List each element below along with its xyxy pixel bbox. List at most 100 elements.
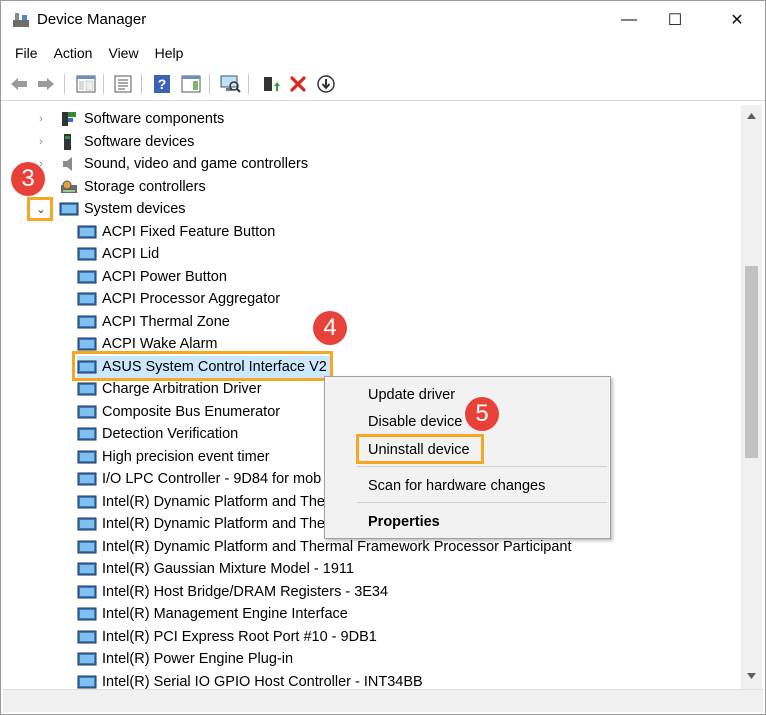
- tree-item-label: High precision event timer: [102, 449, 270, 465]
- tree-item-label: Sound, video and game controllers: [84, 156, 309, 172]
- tree-item-label: Intel(R) Gaussian Mixture Model - 1911: [102, 561, 354, 577]
- show-hide-console-tree-icon[interactable]: [74, 72, 98, 96]
- tree-item-sound-video-game[interactable]: › Sound, video and game controllers: [5, 153, 725, 175]
- scroll-down-icon[interactable]: [747, 673, 756, 679]
- system-device-icon: [77, 472, 97, 486]
- menu-separator: [357, 502, 607, 503]
- system-device-icon: [77, 540, 97, 554]
- tree-item-intel-dynamic-platform-processor[interactable]: Intel(R) Dynamic Platform and Thermal Fr…: [77, 536, 572, 558]
- tree-item-intel-serial-io-gpio[interactable]: Intel(R) Serial IO GPIO Host Controller …: [77, 671, 423, 689]
- menu-item-update-driver[interactable]: Update driver: [368, 387, 455, 403]
- tree-item-software-components[interactable]: › Software components: [5, 108, 725, 130]
- vertical-scrollbar[interactable]: [741, 105, 762, 689]
- tree-item-acpi-power-button[interactable]: ACPI Power Button: [77, 266, 227, 288]
- properties-icon[interactable]: [111, 72, 135, 96]
- tree-item-label: ACPI Fixed Feature Button: [102, 224, 276, 240]
- tree-item-intel-pci-express-root-port[interactable]: Intel(R) PCI Express Root Port #10 - 9DB…: [77, 626, 377, 648]
- horizontal-scrollbar[interactable]: [3, 689, 763, 712]
- tree-item-acpi-fixed-feature-button[interactable]: ACPI Fixed Feature Button: [77, 221, 275, 243]
- tree-item-intel-power-engine-plugin[interactable]: Intel(R) Power Engine Plug-in: [77, 648, 293, 670]
- tree-item-label: System devices: [84, 201, 186, 217]
- tree-item-label: Charge Arbitration Driver: [102, 381, 262, 397]
- action-pane-icon[interactable]: [179, 72, 203, 96]
- system-device-icon: [77, 427, 97, 441]
- menu-help[interactable]: Help: [147, 41, 192, 67]
- menu-separator: [357, 466, 607, 467]
- tree-item-acpi-thermal-zone[interactable]: ACPI Thermal Zone: [77, 311, 230, 333]
- tree-item-acpi-processor-aggregator[interactable]: ACPI Processor Aggregator: [77, 288, 280, 310]
- tree-item-label: Intel(R) PCI Express Root Port #10 - 9DB…: [102, 629, 377, 645]
- update-driver-icon[interactable]: [258, 72, 282, 96]
- tree-item-label: Intel(R) Dynamic Platform and The: [102, 494, 325, 510]
- tree-item-label: ACPI Power Button: [102, 269, 227, 285]
- tree-item-label: Storage controllers: [84, 179, 206, 195]
- toolbar: ?: [1, 68, 765, 101]
- system-device-icon: [77, 562, 97, 576]
- system-device-icon: [77, 315, 97, 329]
- menu-item-scan-hardware[interactable]: Scan for hardware changes: [368, 478, 545, 494]
- tree-item-storage-controllers[interactable]: › Storage controllers: [5, 176, 725, 198]
- tree-item-high-precision-event-timer[interactable]: High precision event timer: [77, 446, 270, 468]
- tree-item-software-devices[interactable]: › Software devices: [5, 131, 725, 153]
- tree-item-intel-gaussian-mixture-model[interactable]: Intel(R) Gaussian Mixture Model - 1911: [77, 558, 354, 580]
- close-button[interactable]: ✕: [714, 1, 760, 39]
- tree-item-detection-verification[interactable]: Detection Verification: [77, 423, 238, 445]
- tree-item-intel-management-engine[interactable]: Intel(R) Management Engine Interface: [77, 603, 348, 625]
- system-device-icon: [77, 292, 97, 306]
- maximize-button[interactable]: ☐: [652, 1, 698, 39]
- tree-item-label: Composite Bus Enumerator: [102, 404, 281, 420]
- scroll-up-icon[interactable]: [747, 113, 756, 119]
- help-icon[interactable]: ?: [150, 72, 174, 96]
- tree-item-label: ACPI Lid: [102, 246, 160, 262]
- tree-item-acpi-lid[interactable]: ACPI Lid: [77, 243, 159, 265]
- software-device-icon: [64, 134, 71, 150]
- toolbar-separator: [141, 74, 142, 94]
- menu-bar: File Action View Help: [1, 41, 765, 67]
- software-component-icon: [62, 112, 76, 126]
- vertical-scroll-thumb[interactable]: [745, 266, 758, 458]
- title-bar: Device Manager — ☐ ✕: [1, 1, 765, 39]
- tree-item-intel-dynamic-platform-1[interactable]: Intel(R) Dynamic Platform and The: [77, 491, 325, 513]
- menu-file[interactable]: File: [7, 41, 46, 67]
- chevron-right-icon[interactable]: ›: [34, 112, 48, 126]
- storage-controller-icon: [61, 180, 77, 193]
- svg-text:?: ?: [158, 76, 167, 92]
- system-device-icon: [77, 450, 97, 464]
- tree-item-label: Intel(R) Host Bridge/DRAM Registers - 3E…: [102, 584, 389, 600]
- tree-item-intel-dynamic-platform-2[interactable]: Intel(R) Dynamic Platform and The: [77, 513, 325, 535]
- tree-item-label: Detection Verification: [102, 426, 239, 442]
- uninstall-icon[interactable]: [286, 72, 310, 96]
- tree-item-label: Software components: [84, 111, 225, 127]
- menu-item-disable-device[interactable]: Disable device: [368, 414, 462, 430]
- tree-item-system-devices[interactable]: ⌄ System devices: [5, 198, 725, 220]
- system-device-icon: [77, 405, 97, 419]
- menu-action[interactable]: Action: [46, 41, 101, 67]
- minimize-button[interactable]: —: [606, 1, 652, 39]
- system-device-icon: [77, 585, 97, 599]
- back-icon[interactable]: [7, 72, 31, 96]
- system-device-icon: [77, 270, 97, 284]
- chevron-right-icon[interactable]: ›: [34, 135, 48, 149]
- system-device-icon: [59, 202, 79, 216]
- system-device-icon: [77, 337, 97, 351]
- toolbar-separator: [209, 74, 210, 94]
- tree-item-intel-host-bridge[interactable]: Intel(R) Host Bridge/DRAM Registers - 3E…: [77, 581, 388, 603]
- highlight-selected-device: [72, 351, 333, 381]
- step-badge-3: 3: [11, 162, 45, 196]
- menu-view[interactable]: View: [100, 41, 146, 67]
- disable-icon[interactable]: [314, 72, 338, 96]
- system-device-icon: [77, 247, 97, 261]
- tree-item-io-lpc-controller[interactable]: I/O LPC Controller - 9D84 for mob: [77, 468, 321, 490]
- tree-item-composite-bus-enumerator[interactable]: Composite Bus Enumerator: [77, 401, 280, 423]
- tree-item-charge-arbitration-driver[interactable]: Charge Arbitration Driver: [77, 378, 262, 400]
- forward-icon[interactable]: [34, 72, 58, 96]
- menu-item-properties[interactable]: Properties: [368, 514, 440, 530]
- device-manager-icon: [13, 13, 29, 27]
- tree-item-label: Intel(R) Serial IO GPIO Host Controller …: [102, 674, 423, 689]
- scan-hardware-icon[interactable]: [218, 72, 242, 96]
- tree-item-label: Software devices: [84, 134, 195, 150]
- system-device-icon: [77, 517, 97, 531]
- tree-item-label: ACPI Processor Aggregator: [102, 291, 281, 307]
- tree-item-label: Intel(R) Power Engine Plug-in: [102, 651, 294, 667]
- tree-item-label: Intel(R) Dynamic Platform and The: [102, 516, 325, 532]
